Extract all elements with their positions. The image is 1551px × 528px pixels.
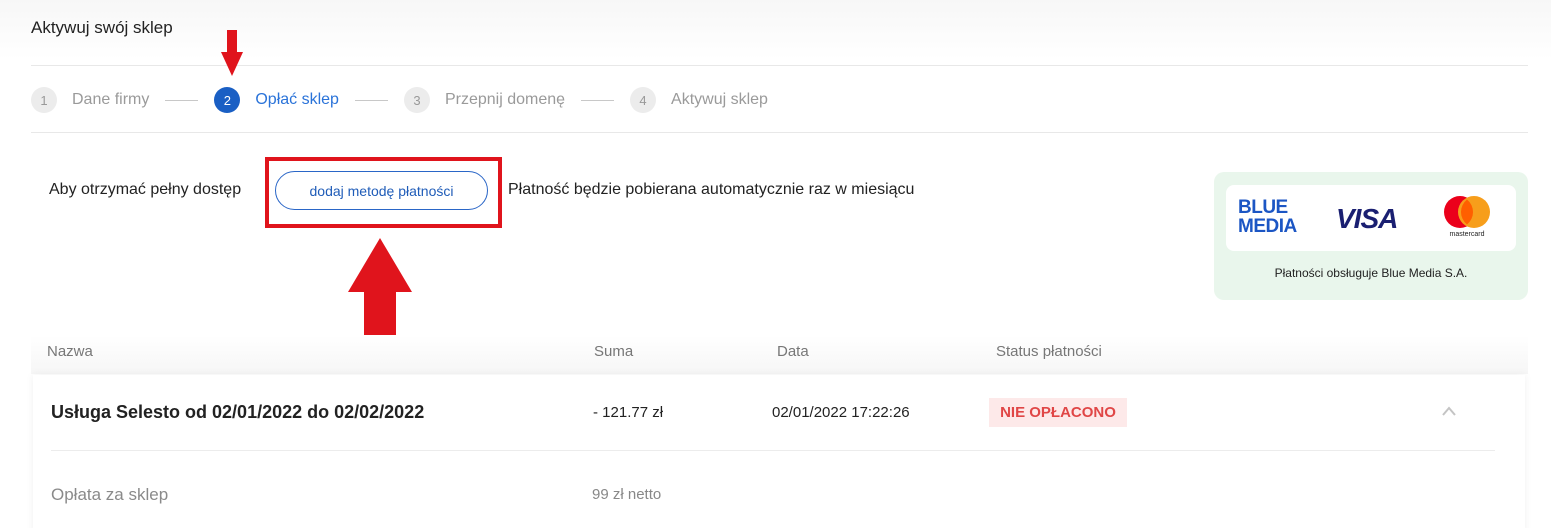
step-1[interactable]: 1 Dane firmy — [31, 87, 149, 113]
step-number: 2 — [214, 87, 241, 113]
payment-prefix-text: Aby otrzymać pełny dostęp — [49, 181, 242, 198]
mastercard-logo: mastercard — [1436, 195, 1498, 241]
column-header-name[interactable]: Nazwa — [47, 343, 93, 360]
status-badge: NIE OPŁACONO — [989, 398, 1127, 427]
step-connector — [165, 99, 199, 101]
column-header-date[interactable]: Data — [777, 343, 809, 360]
step-number: 1 — [31, 87, 57, 113]
payment-suffix-text: Płatność będzie pobierana automatycznie … — [508, 181, 915, 198]
red-arrow-down-icon — [221, 30, 243, 76]
step-label: Przepnij domenę — [444, 91, 566, 108]
visa-logo: VISA — [1336, 203, 1398, 234]
detail-sum: 99 zł netto — [592, 486, 662, 503]
table-row[interactable] — [33, 375, 1525, 528]
step-label: Aktywuj sklep — [671, 91, 768, 108]
red-arrow-up-icon — [348, 238, 412, 335]
blue-media-logo: BLUE MEDIA — [1238, 197, 1297, 237]
detail-name: Opłata za sklep — [51, 485, 169, 504]
row-date: 02/01/2022 17:22:26 — [772, 404, 910, 421]
page: Aktywuj swój sklep 1 Dane firmy 2 Opłać … — [0, 0, 1551, 528]
stepper: 1 Dane firmy 2 Opłać sklep 3 Przepnij do… — [31, 87, 768, 113]
step-connector — [581, 99, 615, 101]
divider-top — [31, 65, 1528, 66]
step-number: 3 — [403, 87, 430, 113]
step-3[interactable]: 3 Przepnij domenę — [403, 87, 566, 113]
step-label: Dane firmy — [72, 91, 150, 108]
row-sum: - 121.77 zł — [593, 404, 664, 421]
page-title: Aktywuj swój sklep — [31, 18, 173, 37]
divider-stepper — [31, 132, 1528, 133]
step-label: Opłać sklep — [255, 91, 339, 108]
step-connector — [354, 99, 388, 101]
payment-logos: BLUE MEDIA VISA mastercard — [1226, 185, 1516, 251]
payment-providers-card: BLUE MEDIA VISA mastercard Płatności obsł… — [1214, 172, 1528, 300]
mastercard-wordmark: mastercard — [1449, 231, 1485, 238]
step-number: 4 — [630, 87, 657, 113]
payment-providers-caption: Płatności obsługuje Blue Media S.A. — [1274, 266, 1468, 280]
add-payment-method-button[interactable]: dodaj metodę płatności — [275, 171, 488, 210]
step-2[interactable]: 2 Opłać sklep — [214, 87, 339, 113]
step-4[interactable]: 4 Aktywuj sklep — [630, 87, 768, 113]
row-divider — [51, 450, 1495, 451]
chevron-up-icon[interactable] — [1441, 405, 1457, 417]
column-header-sum[interactable]: Suma — [594, 343, 633, 360]
row-name: Usługa Selesto od 02/01/2022 do 02/02/20… — [51, 402, 425, 422]
column-header-status[interactable]: Status płatności — [996, 343, 1102, 360]
